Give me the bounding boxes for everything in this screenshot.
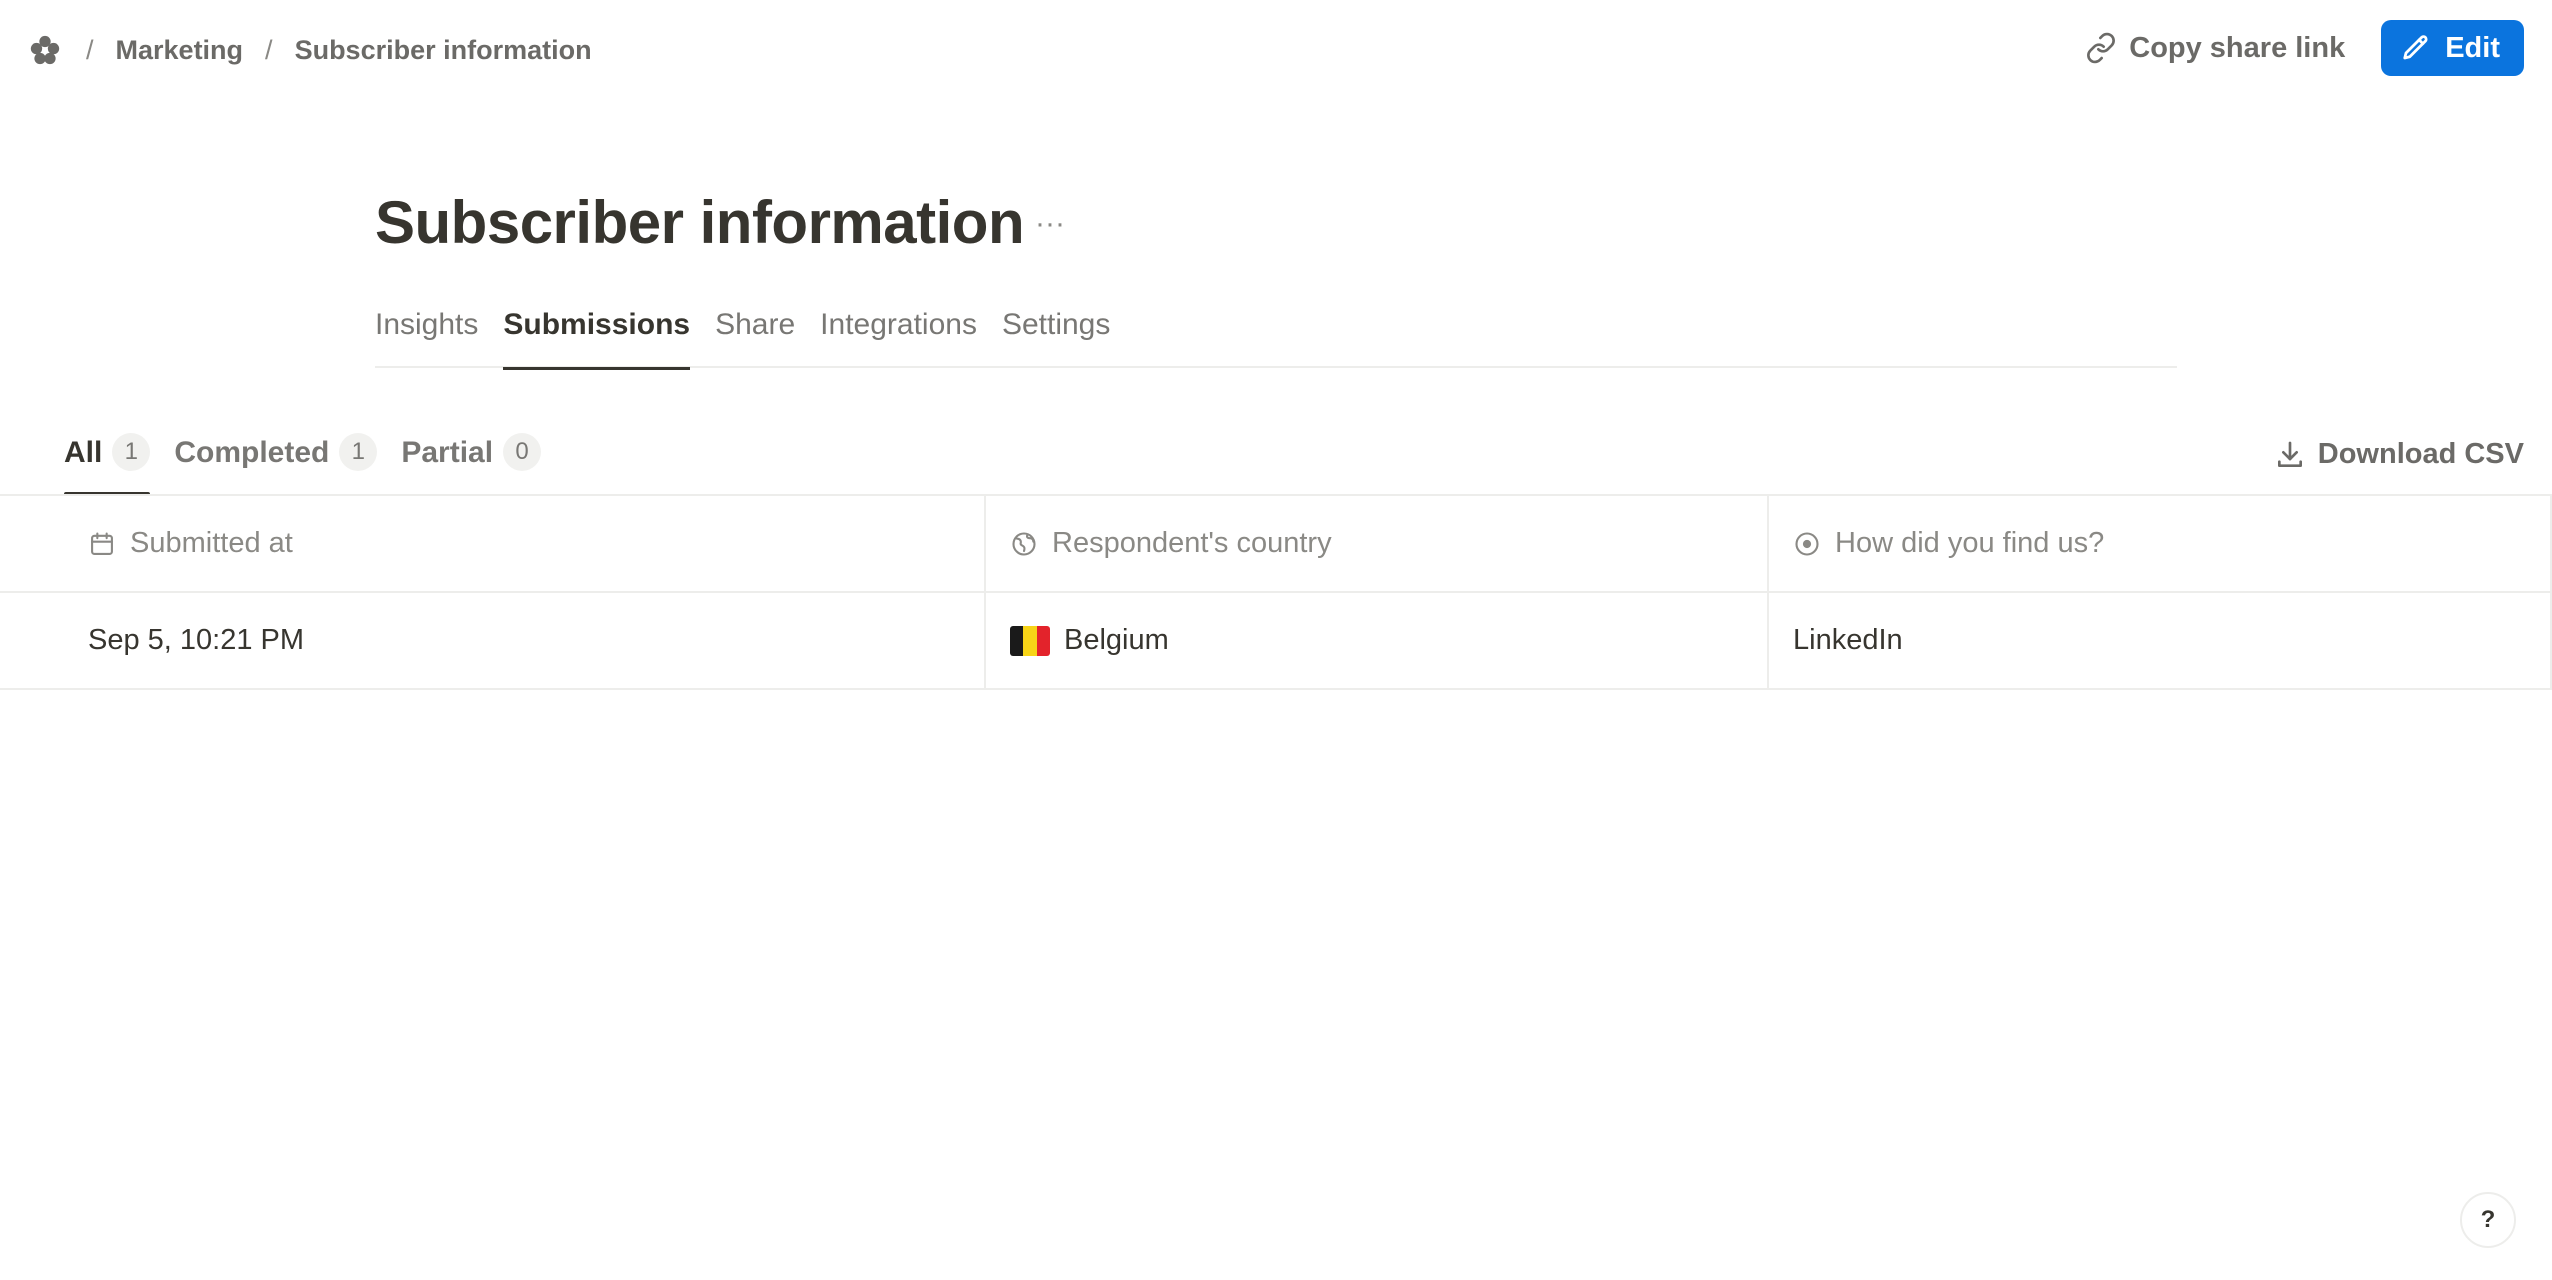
filter-tab-all[interactable]: All 1 — [64, 428, 151, 496]
copy-share-link-button[interactable]: Copy share link — [2085, 32, 2345, 65]
edit-button[interactable]: Edit — [2381, 20, 2524, 76]
filter-tab-partial[interactable]: Partial 0 — [401, 428, 542, 496]
more-horizontal-icon: ··· — [1035, 207, 1065, 240]
tab-integrations[interactable]: Integrations — [820, 300, 977, 368]
count-badge: 1 — [339, 433, 378, 471]
cell-respondent-country[interactable]: Belgium — [986, 593, 1769, 688]
count-badge: 1 — [112, 433, 151, 471]
filter-tab-completed[interactable]: Completed 1 — [174, 428, 378, 496]
tab-submissions[interactable]: Submissions — [503, 300, 690, 370]
copy-share-link-label: Copy share link — [2129, 31, 2346, 64]
main-tabs: Insights Submissions Share Integrations … — [375, 300, 2177, 370]
download-csv-label: Download CSV — [2317, 438, 2524, 470]
tab-share[interactable]: Share — [715, 300, 795, 368]
globe-icon — [1010, 530, 1038, 558]
column-header-label: Submitted at — [130, 527, 293, 559]
breadcrumb: / Marketing / Subscriber information — [28, 30, 592, 70]
cell-how-did-you-find-us[interactable]: LinkedIn — [1769, 593, 2552, 688]
download-csv-button[interactable]: Download CSV — [2274, 438, 2524, 471]
tab-insights[interactable]: Insights — [375, 300, 478, 368]
country-value: Belgium — [1064, 624, 1169, 656]
belgium-flag-icon — [1010, 625, 1050, 656]
found-us-value: LinkedIn — [1793, 624, 1903, 656]
edit-label: Edit — [2445, 31, 2500, 64]
filter-tab-label: Completed — [174, 436, 330, 469]
filter-tab-label: All — [64, 436, 103, 469]
pencil-icon — [2401, 33, 2431, 63]
top-actions: Copy share link Edit — [2085, 20, 2524, 76]
column-header-label: Respondent's country — [1052, 527, 1332, 559]
cell-submitted-at[interactable]: Sep 5, 10:21 PM — [0, 593, 986, 688]
tab-settings[interactable]: Settings — [1002, 300, 1110, 368]
column-header-submitted-at[interactable]: Submitted at — [0, 496, 986, 591]
calendar-icon — [88, 530, 116, 558]
flower-logo-icon[interactable] — [28, 33, 62, 67]
submitted-at-value: Sep 5, 10:21 PM — [88, 624, 305, 656]
column-header-how-did-you-find-us[interactable]: How did you find us? — [1769, 496, 2552, 591]
breadcrumb-separator: / — [86, 34, 94, 65]
download-icon — [2274, 439, 2306, 471]
help-button[interactable]: ? — [2460, 1192, 2516, 1248]
table-row[interactable]: Sep 5, 10:21 PM Belgium LinkedIn — [0, 593, 2552, 690]
breadcrumb-separator: / — [265, 34, 273, 65]
breadcrumb-marketing[interactable]: Marketing — [116, 35, 244, 66]
more-options-button[interactable]: ··· — [1030, 204, 1070, 244]
column-header-label: How did you find us? — [1835, 527, 2105, 559]
count-badge: 0 — [503, 433, 542, 471]
submissions-table: Submitted at Respondent's country How di… — [0, 494, 2552, 690]
page-title: Subscriber information — [375, 189, 1025, 256]
table-header-row: Submitted at Respondent's country How di… — [0, 496, 2552, 593]
breadcrumb-current-page: Subscriber information — [294, 34, 592, 65]
top-bar: / Marketing / Subscriber information Cop… — [0, 0, 2552, 98]
column-header-respondent-country[interactable]: Respondent's country — [986, 496, 1769, 591]
radio-icon — [1793, 530, 1821, 558]
submission-filter-tabs: All 1 Completed 1 Partial 0 — [64, 428, 565, 496]
help-icon: ? — [2480, 1206, 2496, 1233]
link-icon — [2085, 32, 2117, 64]
filter-tab-label: Partial — [401, 436, 494, 469]
